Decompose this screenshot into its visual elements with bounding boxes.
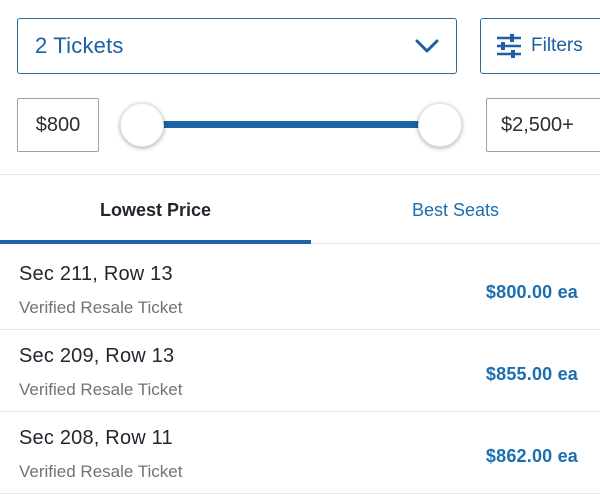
- listing-type: Verified Resale Ticket: [19, 380, 183, 399]
- max-price-field[interactable]: $2,500+: [486, 98, 600, 152]
- list-item[interactable]: Sec 208, Row 11 Verified Resale Ticket $…: [0, 412, 600, 494]
- divider: [311, 243, 600, 244]
- slider-track: [144, 121, 440, 128]
- tab-lowest-price[interactable]: Lowest Price: [0, 175, 311, 245]
- listing-type: Verified Resale Ticket: [19, 298, 183, 317]
- ticket-list: Sec 211, Row 13 Verified Resale Ticket $…: [0, 248, 600, 494]
- listing-section: Sec 209, Row 13: [19, 345, 175, 367]
- ticket-quantity-value: 2 Tickets: [35, 33, 124, 58]
- sliders-icon: [497, 34, 521, 58]
- active-tab-indicator: [0, 240, 311, 244]
- filters-button[interactable]: Filters: [480, 18, 600, 74]
- listing-section: Sec 208, Row 11: [19, 427, 173, 449]
- list-item[interactable]: Sec 211, Row 13 Verified Resale Ticket $…: [0, 248, 600, 330]
- tab-best-seats[interactable]: Best Seats: [311, 175, 600, 245]
- list-item[interactable]: Sec 209, Row 13 Verified Resale Ticket $…: [0, 330, 600, 412]
- listing-price: $800.00 ea: [485, 282, 578, 302]
- chevron-down-icon: [415, 39, 439, 53]
- listing-price: $862.00 ea: [485, 446, 578, 466]
- sort-tabs: Lowest Price Best Seats: [0, 175, 600, 245]
- price-range-slider[interactable]: [116, 100, 468, 150]
- min-price-field[interactable]: $800: [17, 98, 99, 152]
- listing-section: Sec 211, Row 13: [19, 263, 173, 285]
- slider-min-handle[interactable]: [120, 103, 164, 147]
- listing-price: $855.00 ea: [485, 364, 578, 384]
- ticket-quantity-select[interactable]: 2 Tickets: [17, 18, 457, 74]
- listing-type: Verified Resale Ticket: [19, 462, 183, 481]
- filters-label: Filters: [531, 35, 583, 56]
- slider-max-handle[interactable]: [418, 103, 462, 147]
